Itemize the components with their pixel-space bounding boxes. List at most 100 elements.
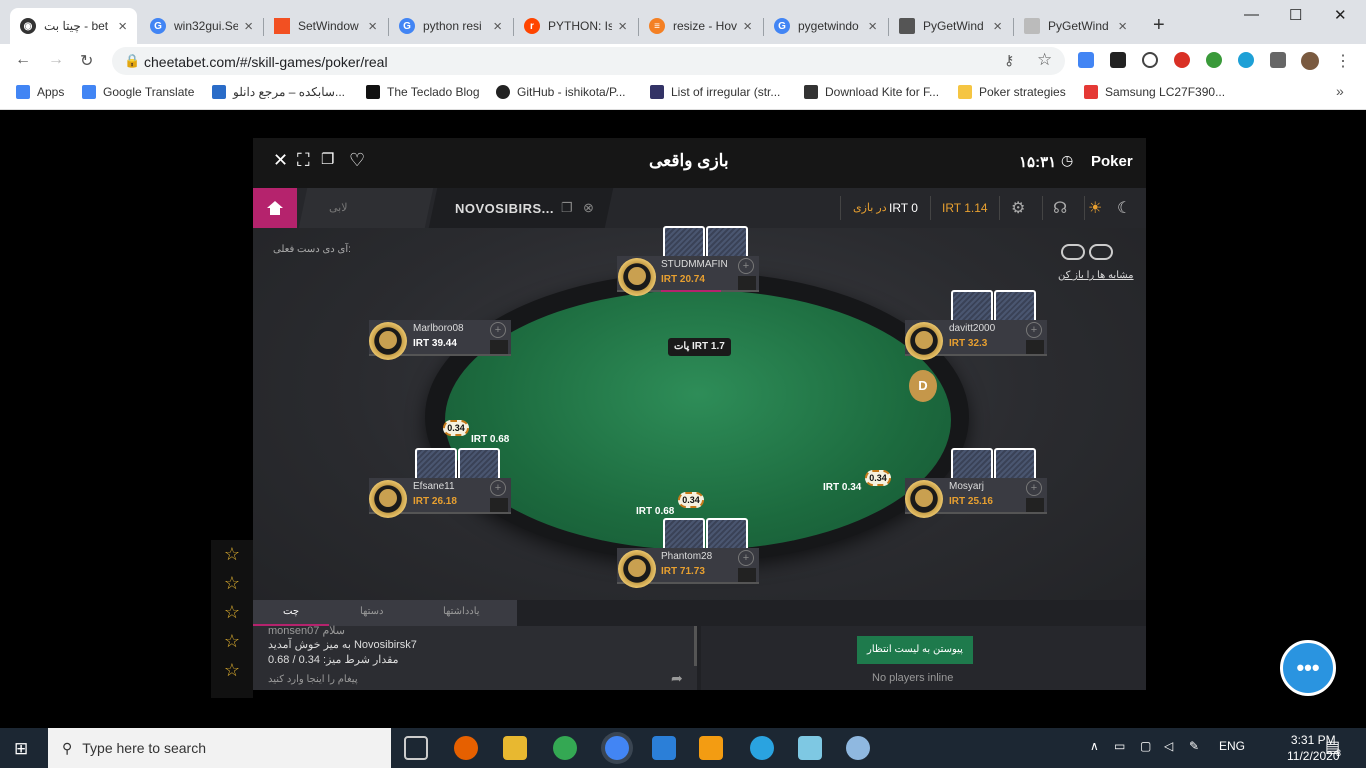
lobby-tab[interactable] bbox=[298, 188, 434, 228]
back-icon[interactable]: ← bbox=[15, 51, 31, 69]
fullscreen-icon[interactable]: ⛶ bbox=[297, 150, 310, 171]
volume-icon[interactable]: ◁ bbox=[1164, 739, 1173, 753]
close-icon[interactable]: × bbox=[118, 18, 127, 35]
favorite-heart-icon[interactable]: ♡ bbox=[349, 150, 365, 171]
display-icon[interactable]: ▢ bbox=[1140, 739, 1151, 753]
restore-icon[interactable]: ❐ bbox=[561, 200, 573, 216]
close-icon[interactable]: × bbox=[493, 18, 502, 35]
firefox-icon[interactable] bbox=[454, 736, 478, 760]
speed-extension-icon[interactable] bbox=[1142, 52, 1158, 68]
chrome-profile-icon[interactable] bbox=[605, 736, 629, 760]
network-icon[interactable]: ▭ bbox=[1114, 739, 1125, 753]
tab[interactable]: G win32gui.Se × bbox=[140, 8, 263, 44]
tab[interactable]: G python resi × bbox=[389, 8, 512, 44]
close-icon[interactable]: ✕ bbox=[273, 150, 288, 171]
bookmark-item[interactable]: List of irregular (str... bbox=[650, 85, 780, 99]
add-note-icon[interactable]: + bbox=[490, 322, 506, 338]
support-chat-icon[interactable]: ••• bbox=[1280, 640, 1336, 696]
more-bookmarks-icon[interactable]: » bbox=[1336, 83, 1344, 99]
star-icon[interactable]: ☆ bbox=[211, 540, 253, 569]
task-view-icon[interactable] bbox=[404, 736, 428, 760]
add-note-icon[interactable]: + bbox=[1026, 322, 1042, 338]
headset-icon[interactable]: ☊ bbox=[1053, 198, 1067, 218]
bookmark-folder[interactable]: Poker strategies bbox=[958, 85, 1066, 99]
pen-icon[interactable]: ✎ bbox=[1189, 739, 1199, 753]
send-arrow-icon[interactable]: ➦ bbox=[671, 670, 683, 687]
tab-notes[interactable]: یادداشتها bbox=[443, 606, 480, 617]
close-icon[interactable]: × bbox=[868, 18, 877, 35]
close-icon[interactable]: × bbox=[244, 18, 253, 35]
bookmark-item[interactable]: سابکده – مرجع دانلو... bbox=[212, 85, 345, 99]
tab[interactable]: SetWindow × bbox=[264, 8, 387, 44]
app-icon[interactable] bbox=[652, 736, 676, 760]
extension-icon[interactable] bbox=[1206, 52, 1222, 68]
close-icon[interactable]: × bbox=[993, 18, 1002, 35]
chrome-icon[interactable] bbox=[553, 736, 577, 760]
maximize-button[interactable]: ☐ bbox=[1289, 6, 1302, 24]
chat-scrollbar[interactable] bbox=[694, 626, 697, 666]
add-note-icon[interactable]: + bbox=[738, 550, 754, 566]
puzzle-icon[interactable] bbox=[1270, 52, 1286, 68]
app-icon[interactable] bbox=[798, 736, 822, 760]
open-similar-link[interactable]: مشابه ها را باز کن bbox=[1058, 270, 1134, 281]
add-note-icon[interactable]: + bbox=[738, 258, 754, 274]
paint-icon[interactable] bbox=[846, 736, 870, 760]
forward-icon[interactable]: → bbox=[48, 51, 64, 69]
star-icon[interactable]: ☆ bbox=[211, 569, 253, 598]
language-indicator[interactable]: ENG bbox=[1219, 739, 1245, 753]
extension-icon[interactable] bbox=[1238, 52, 1254, 68]
bookmark-item[interactable]: The Teclado Blog bbox=[366, 85, 480, 99]
file-explorer-icon[interactable] bbox=[503, 736, 527, 760]
tab-active[interactable]: ◉ چیتا بت - bet × bbox=[10, 8, 137, 44]
reload-icon[interactable]: ↻ bbox=[80, 51, 93, 71]
add-note-icon[interactable]: + bbox=[1026, 480, 1042, 496]
player-name: Mosyarj bbox=[949, 481, 985, 492]
extension-icon[interactable] bbox=[1110, 52, 1126, 68]
minimize-button[interactable]: — bbox=[1244, 6, 1259, 23]
tab[interactable]: PyGetWind × bbox=[1014, 8, 1137, 44]
bookmark-item[interactable]: Samsung LC27F390... bbox=[1084, 85, 1225, 99]
key-icon[interactable]: ⚷ bbox=[1004, 52, 1014, 69]
close-icon[interactable]: × bbox=[368, 18, 377, 35]
tab[interactable]: r PYTHON: Is × bbox=[514, 8, 637, 44]
profile-avatar[interactable] bbox=[1301, 52, 1319, 70]
star-icon[interactable]: ☆ bbox=[211, 598, 253, 627]
close-icon[interactable]: × bbox=[1118, 18, 1127, 35]
tab[interactable]: ≡ resize - Hov × bbox=[639, 8, 762, 44]
close-table-icon[interactable]: ⊗ bbox=[583, 200, 594, 216]
tab[interactable]: G pygetwindo × bbox=[764, 8, 887, 44]
new-tab-button[interactable]: + bbox=[1153, 14, 1165, 37]
windows-start-icon[interactable]: ⊞ bbox=[14, 739, 28, 759]
sublime-text-icon[interactable] bbox=[699, 736, 723, 760]
bookmark-apps[interactable]: Apps bbox=[16, 85, 64, 99]
moon-icon[interactable]: ☾ bbox=[1117, 198, 1131, 218]
close-icon[interactable]: × bbox=[743, 18, 752, 35]
taskbar-search[interactable]: ⚲ Type here to search bbox=[48, 728, 391, 768]
open-similar-icon[interactable] bbox=[1061, 244, 1113, 260]
url-text[interactable]: cheetabet.com/#/skill-games/poker/real bbox=[144, 54, 388, 70]
star-icon[interactable]: ☆ bbox=[211, 656, 253, 685]
bookmark-star-icon[interactable]: ☆ bbox=[1037, 50, 1052, 70]
menu-icon[interactable]: ⋮ bbox=[1335, 51, 1351, 71]
settings-gear-icon[interactable]: ⚙ bbox=[1011, 198, 1025, 218]
home-button[interactable] bbox=[253, 188, 297, 228]
star-icon[interactable]: ☆ bbox=[211, 627, 253, 656]
close-window-button[interactable]: ✕ bbox=[1334, 6, 1347, 24]
tab-chat[interactable]: چت bbox=[283, 606, 299, 617]
telegram-icon[interactable] bbox=[750, 736, 774, 760]
bookmark-item[interactable]: Download Kite for F... bbox=[804, 85, 939, 99]
join-waitlist-button[interactable]: پیوستن به لیست انتظار bbox=[857, 636, 973, 664]
translate-extension-icon[interactable] bbox=[1078, 52, 1094, 68]
tab[interactable]: PyGetWind × bbox=[889, 8, 1012, 44]
chevron-up-icon[interactable]: ∧ bbox=[1090, 739, 1099, 753]
close-icon[interactable]: × bbox=[618, 18, 627, 35]
bookmark-item[interactable]: Google Translate bbox=[82, 85, 194, 99]
bookmark-item[interactable]: GitHub - ishikota/P... bbox=[496, 85, 626, 99]
new-window-icon[interactable]: ❐ bbox=[321, 150, 334, 168]
chat-input[interactable]: پیغام را اینجا وارد کنید bbox=[268, 674, 358, 685]
adblock-extension-icon[interactable] bbox=[1174, 52, 1190, 68]
tab-hands[interactable]: دستها bbox=[360, 606, 384, 617]
sun-icon[interactable]: ☀ bbox=[1088, 198, 1102, 218]
add-note-icon[interactable]: + bbox=[490, 480, 506, 496]
address-bar[interactable]: 🔒 cheetabet.com/#/skill-games/poker/real… bbox=[112, 47, 1065, 75]
